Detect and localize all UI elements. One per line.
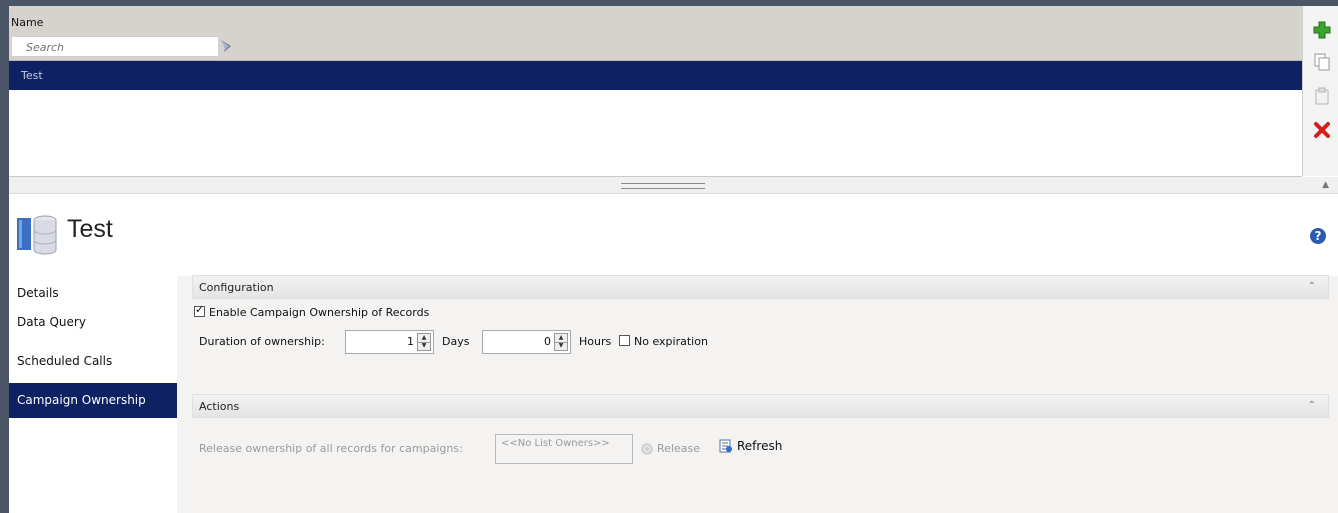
nav-item-data-query[interactable]: Data Query: [9, 305, 177, 340]
hours-unit: Hours: [579, 335, 612, 348]
enable-ownership-row[interactable]: Enable Campaign Ownership of Records: [194, 303, 430, 319]
actions-section-label: Actions: [199, 400, 240, 413]
paste-icon[interactable]: [1312, 86, 1332, 106]
delete-icon[interactable]: [1312, 120, 1332, 140]
database-icon: [15, 210, 59, 258]
hours-value[interactable]: 0: [544, 335, 551, 348]
duration-label: Duration of ownership:: [199, 335, 325, 348]
search-input[interactable]: [11, 36, 219, 57]
add-icon[interactable]: [1312, 20, 1332, 40]
release-button-label: Release: [657, 442, 700, 455]
campaign-ownership-panel: Configuration ⌃ Enable Campaign Ownershi…: [177, 275, 1338, 513]
help-icon[interactable]: ?: [1310, 228, 1326, 244]
release-label: Release ownership of all records for cam…: [199, 442, 463, 455]
panel-splitter[interactable]: ▲: [9, 177, 1338, 194]
days-value[interactable]: 1: [407, 335, 414, 348]
window-left-border: [0, 0, 9, 513]
chevron-up-icon[interactable]: ⌃: [1308, 400, 1316, 411]
nav-item-scheduled-calls[interactable]: Scheduled Calls: [9, 344, 177, 379]
no-expiration-row[interactable]: No expiration: [619, 335, 708, 348]
hours-stepper-buttons[interactable]: ▲ ▼: [554, 333, 568, 351]
no-expiration-label: No expiration: [634, 335, 708, 348]
days-stepper[interactable]: 1 ▲ ▼: [345, 330, 434, 354]
collapse-up-icon[interactable]: ▲: [1322, 180, 1329, 190]
list-toolbar: [1302, 6, 1338, 176]
enable-ownership-label: Enable Campaign Ownership of Records: [209, 306, 430, 319]
configuration-section-label: Configuration: [199, 281, 274, 294]
release-button[interactable]: Release: [641, 442, 700, 455]
hours-stepper[interactable]: 0 ▲ ▼: [482, 330, 571, 354]
refresh-icon: [719, 439, 732, 453]
list-owners-select[interactable]: <<No List Owners>>: [495, 434, 633, 464]
filter-icon[interactable]: [219, 38, 235, 54]
enable-ownership-checkbox[interactable]: [194, 303, 205, 317]
table-row[interactable]: Test: [9, 61, 1302, 90]
splitter-grip[interactable]: [621, 183, 705, 189]
list-header: Name: [9, 6, 1302, 61]
row-name: Test: [21, 69, 43, 82]
days-unit: Days: [442, 335, 470, 348]
column-header-name[interactable]: Name: [11, 16, 43, 29]
nav-item-campaign-ownership[interactable]: Campaign Ownership: [9, 383, 177, 418]
list-panel: Name Test: [9, 6, 1302, 177]
refresh-button-label: Refresh: [737, 439, 783, 453]
configuration-section-header[interactable]: Configuration ⌃: [192, 275, 1329, 299]
detail-nav: Details Data Query Scheduled Calls Campa…: [9, 276, 177, 513]
detail-title: Test: [67, 215, 113, 243]
detail-header: Test ?: [9, 194, 1338, 276]
actions-section-header[interactable]: Actions ⌃: [192, 394, 1329, 418]
chevron-up-icon[interactable]: ⌃: [1308, 281, 1316, 292]
days-stepper-buttons[interactable]: ▲ ▼: [417, 333, 431, 351]
no-expiration-checkbox[interactable]: [619, 335, 630, 346]
release-icon: [641, 443, 653, 455]
refresh-button[interactable]: Refresh: [719, 439, 782, 453]
copy-icon[interactable]: [1312, 52, 1332, 72]
stepper-down-icon[interactable]: ▼: [418, 342, 430, 350]
stepper-down-icon[interactable]: ▼: [555, 342, 567, 350]
app-window: Name Test ▲: [0, 0, 1338, 513]
